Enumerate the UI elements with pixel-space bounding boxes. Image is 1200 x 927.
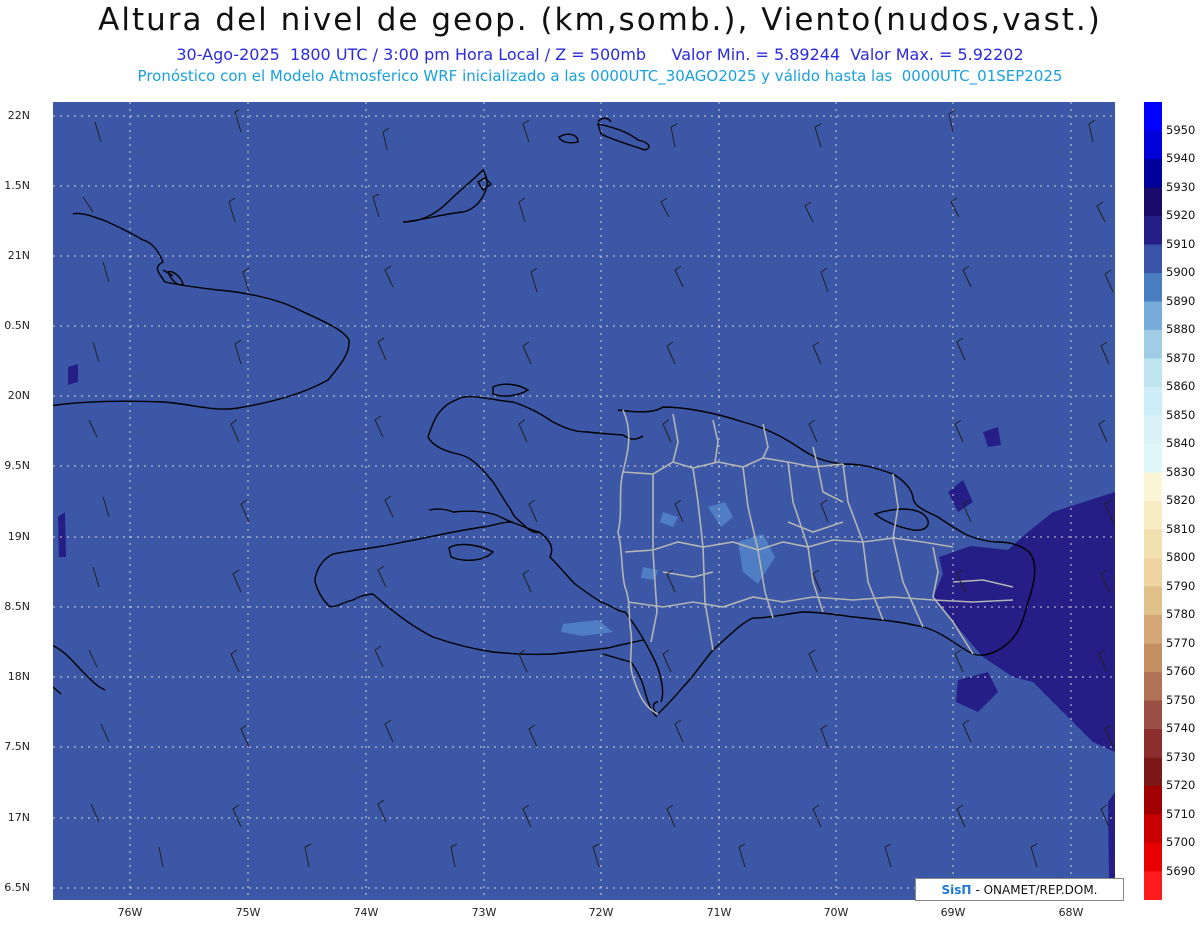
lat-label: 17N: [7, 811, 30, 824]
colorbar-label: 5730: [1166, 749, 1196, 764]
high-value-region-small: [58, 512, 66, 557]
colorbar-swatch: [1144, 444, 1162, 473]
lat-label: 1.5N: [4, 179, 30, 192]
lon-label: 68W: [1058, 906, 1084, 919]
colorbar-label: 5700: [1166, 835, 1196, 849]
colorbar-swatch: [1144, 843, 1162, 872]
forecast-map: [53, 102, 1115, 900]
lat-label: 8.5N: [4, 600, 30, 613]
colorbar-swatch: [1144, 273, 1162, 302]
lat-label: 20N: [7, 389, 30, 402]
lat-label: 22N: [7, 109, 30, 122]
colorbar-label: 5750: [1166, 692, 1196, 707]
lat-label: 9.5N: [4, 459, 30, 472]
credit-box: SisΠ - ONAMET/REP.DOM.: [915, 878, 1124, 901]
colorbar-label: 5710: [1166, 806, 1196, 821]
colorbar-swatch: [1144, 615, 1162, 644]
colorbar-label: 5880: [1166, 322, 1196, 336]
colorbar-label: 5840: [1166, 436, 1196, 450]
colorbar-label: 5790: [1166, 578, 1196, 593]
colorbar-swatch: [1144, 558, 1162, 587]
colorbar-swatch: [1144, 472, 1162, 502]
colorbar-swatch: [1144, 387, 1162, 416]
colorbar-label: 5910: [1166, 236, 1196, 251]
colorbar-swatch: [1144, 529, 1162, 559]
colorbar-swatch: [1144, 159, 1162, 188]
colorbar-label: 5940: [1166, 151, 1196, 165]
lon-label: 71W: [706, 906, 732, 919]
map-title: Altura del nivel de geop. (km,somb.), Vi…: [98, 2, 1102, 38]
colorbar-label: 5920: [1166, 208, 1196, 222]
colorbar-label: 5800: [1166, 550, 1196, 564]
colorbar-swatch: [1144, 301, 1162, 331]
lon-label: 75W: [235, 906, 261, 919]
lon-label: 72W: [588, 906, 614, 919]
colorbar-label: 5740: [1166, 721, 1196, 735]
colorbar-label: 5890: [1166, 293, 1196, 308]
lon-label: 74W: [353, 906, 379, 919]
colorbar-swatch: [1144, 358, 1162, 388]
colorbar-swatch: [1144, 244, 1162, 274]
colorbar-swatch: [1144, 102, 1162, 131]
colorbar-swatch: [1144, 729, 1162, 758]
lon-label: 76W: [117, 906, 143, 919]
colorbar-label: 5830: [1166, 464, 1196, 479]
colorbar-label: 5870: [1166, 350, 1196, 365]
colorbar-label: 5860: [1166, 379, 1196, 393]
lat-label: 18N: [7, 670, 30, 683]
colorbar-label: 5900: [1166, 265, 1196, 279]
colorbar-swatch: [1144, 700, 1162, 730]
colorbar-swatch: [1144, 672, 1162, 701]
lon-label: 70W: [823, 906, 849, 919]
lon-label: 69W: [940, 906, 966, 919]
colorbar-label: 5780: [1166, 607, 1196, 621]
colorbar-label: 5720: [1166, 778, 1196, 792]
colorbar-swatch: [1144, 586, 1162, 616]
colorbar-label: 5820: [1166, 493, 1196, 507]
colorbar-swatch: [1144, 786, 1162, 815]
colorbar-label: 5770: [1166, 635, 1196, 650]
credit-brand: SisΠ: [941, 882, 972, 897]
lon-label: 73W: [471, 906, 497, 919]
lat-label: 6.5N: [4, 881, 30, 894]
colorbar-label: 5850: [1166, 407, 1196, 422]
colorbar: [1144, 102, 1162, 900]
map-subtitle-time: 30-Ago-2025 1800 UTC / 3:00 pm Hora Loca…: [176, 45, 1024, 64]
colorbar-swatch: [1144, 130, 1162, 160]
colorbar-label: 5760: [1166, 664, 1196, 678]
lat-label: 19N: [7, 530, 30, 543]
lat-label: 21N: [7, 249, 30, 262]
colorbar-swatch: [1144, 330, 1162, 359]
colorbar-swatch: [1144, 187, 1162, 217]
colorbar-swatch: [1144, 643, 1162, 673]
colorbar-swatch: [1144, 415, 1162, 445]
colorbar-label: 5690: [1166, 863, 1196, 878]
colorbar-swatch: [1144, 501, 1162, 530]
colorbar-label: 5950: [1166, 122, 1196, 137]
map-subtitle-model: Pronóstico con el Modelo Atmosferico WRF…: [137, 67, 1063, 85]
lat-label: 0.5N: [4, 319, 30, 332]
colorbar-swatch: [1144, 814, 1162, 844]
high-value-region-small: [68, 364, 78, 385]
colorbar-swatch: [1144, 757, 1162, 787]
colorbar-label: 5810: [1166, 521, 1196, 536]
high-value-region-small: [1108, 792, 1115, 892]
lat-label: 7.5N: [4, 740, 30, 753]
colorbar-label: 5930: [1166, 179, 1196, 194]
credit-text: - ONAMET/REP.DOM.: [975, 882, 1098, 897]
colorbar-swatch: [1144, 871, 1162, 900]
colorbar-swatch: [1144, 216, 1162, 245]
